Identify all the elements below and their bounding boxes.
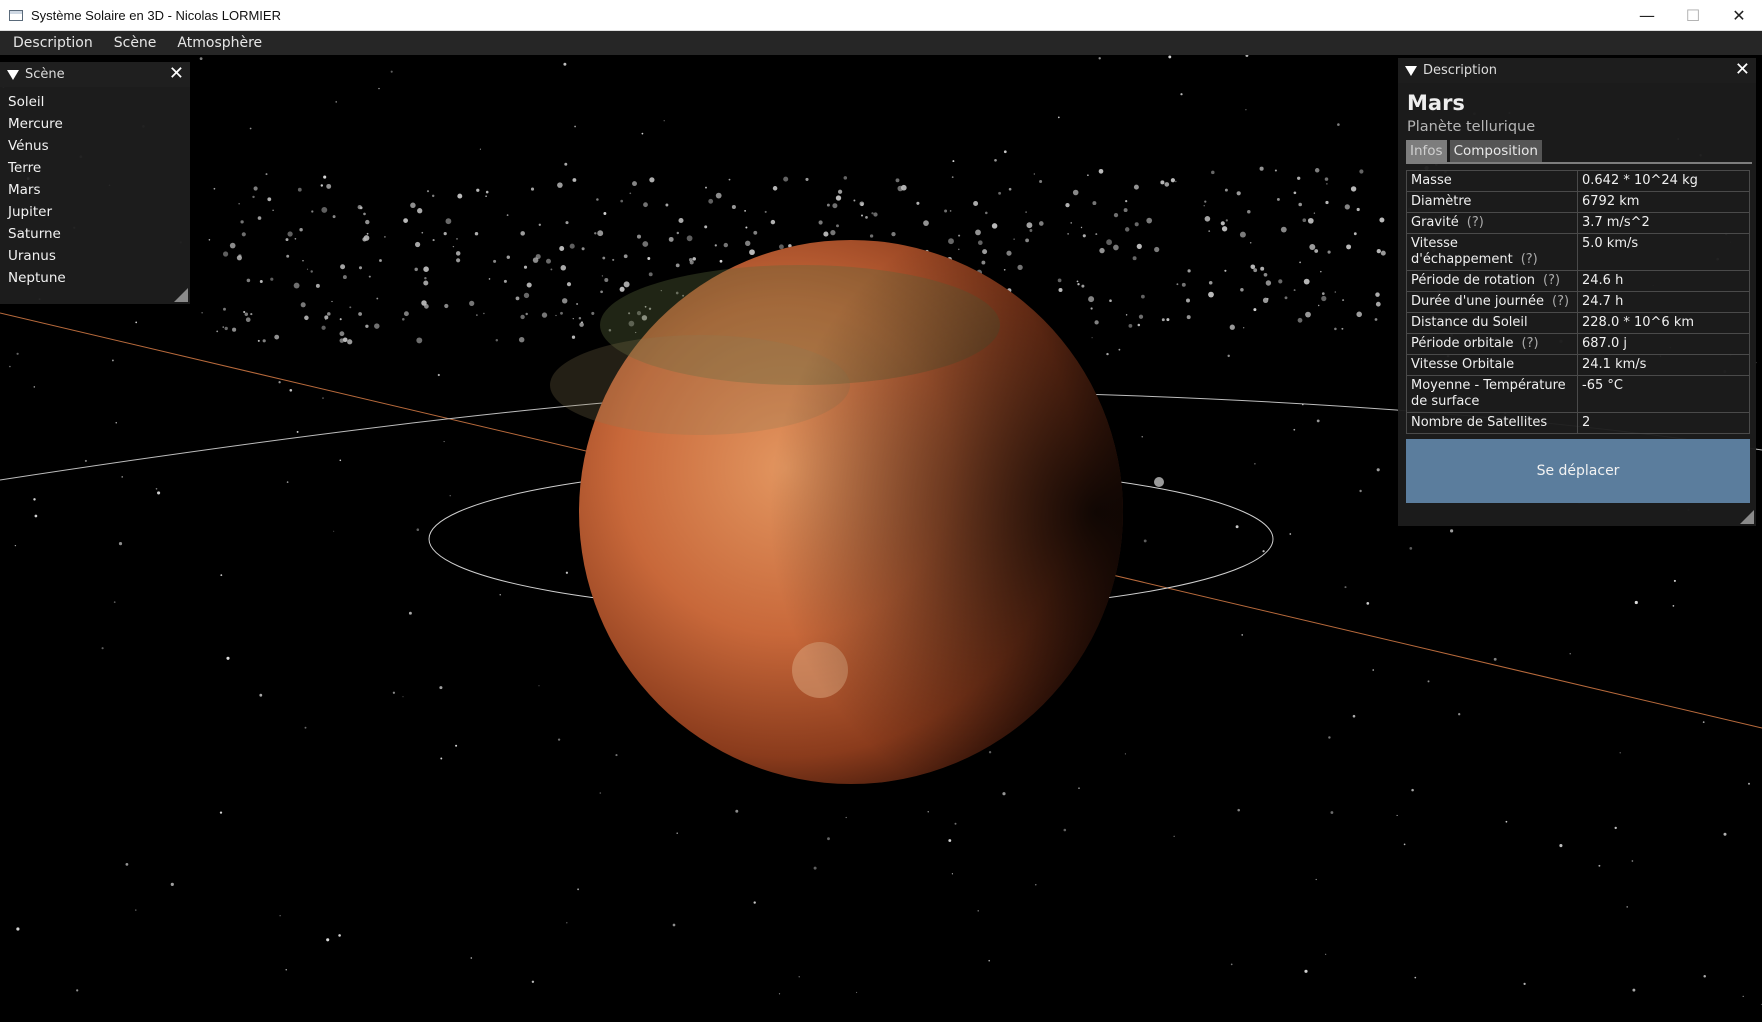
row-value: 3.7 m/s^2 [1577,212,1750,234]
row-value: 228.0 * 10^6 km [1577,312,1750,334]
table-row: Gravité (?) 3.7 m/s^2 [1406,212,1750,234]
resize-grip-icon[interactable] [174,288,188,302]
collapse-arrow-icon[interactable] [7,69,19,80]
description-panel-header[interactable]: Description ✕ [1398,58,1756,83]
close-window-button[interactable]: ✕ [1716,0,1762,31]
table-row: Moyenne - Température de surface -65 °C [1406,375,1750,413]
move-to-planet-button[interactable]: Se déplacer [1406,439,1750,503]
description-panel: Description ✕ Mars Planète tellurique In… [1398,58,1756,526]
resize-grip-icon[interactable] [1740,510,1754,524]
row-value: 24.7 h [1577,291,1750,313]
menu-atmosphere[interactable]: Atmosphère [169,35,270,51]
row-value: 5.0 km/s [1577,233,1750,271]
table-row: Durée d'une journée (?) 24.7 h [1406,291,1750,313]
table-row: Période orbitale (?) 687.0 j [1406,333,1750,355]
info-table: Masse 0.642 * 10^24 kg Diamètre 6792 km Gr… [1406,170,1750,434]
collapse-arrow-icon[interactable] [1405,65,1417,76]
table-row: Masse 0.642 * 10^24 kg [1406,170,1750,192]
menu-bar: Description Scène Atmosphère [0,31,1762,55]
app-icon [9,9,23,21]
phobos-moon [1154,477,1164,487]
row-label: Période de rotation [1411,273,1536,288]
help-tooltip[interactable]: (?) [1552,294,1569,309]
minimize-button[interactable]: — [1624,0,1670,31]
maximize-button[interactable]: ☐ [1670,0,1716,31]
table-row: Nombre de Satellites 2 [1406,412,1750,434]
row-value: 2 [1577,412,1750,434]
tab-bar: Infos Composition [1406,140,1756,162]
row-value: 687.0 j [1577,333,1750,355]
table-row: Vitesse d'échappement (?) 5.0 km/s [1406,233,1750,271]
description-panel-title: Description [1423,63,1498,78]
row-label: Vitesse d'échappement [1411,236,1513,267]
row-label: Durée d'une journée [1411,294,1545,309]
close-icon[interactable]: ✕ [1735,61,1750,79]
close-icon[interactable]: ✕ [169,65,184,83]
row-value: 6792 km [1577,191,1750,213]
planet-name: Mars [1407,91,1465,115]
row-value: 0.642 * 10^24 kg [1577,170,1750,192]
scene-item-mars[interactable]: Mars [8,179,190,201]
row-label: Moyenne - Température de surface [1411,378,1566,409]
scene-item-neptune[interactable]: Neptune [8,267,190,289]
table-row: Vitesse Orbitale 24.1 km/s [1406,354,1750,376]
scene-item-mercure[interactable]: Mercure [8,113,190,135]
row-value: 24.1 km/s [1577,354,1750,376]
row-label: Période orbitale [1411,336,1514,351]
scene-panel-header[interactable]: Scène ✕ [0,62,190,87]
scene-item-soleil[interactable]: Soleil [8,91,190,113]
mars-planet [550,240,1123,784]
menu-description[interactable]: Description [5,35,101,51]
row-label: Masse [1411,173,1452,188]
scene-item-jupiter[interactable]: Jupiter [8,201,190,223]
row-value: -65 °C [1577,375,1750,413]
tab-composition[interactable]: Composition [1449,140,1542,162]
row-label: Diamètre [1411,194,1472,209]
row-label: Gravité [1411,215,1459,230]
scene-item-uranus[interactable]: Uranus [8,245,190,267]
scene-panel-title: Scène [25,67,65,82]
scene-item-venus[interactable]: Vénus [8,135,190,157]
planet-list: Soleil Mercure Vénus Terre Mars Jupiter … [0,87,190,289]
row-label: Vitesse Orbitale [1411,357,1515,372]
window-controls: — ☐ ✕ [1624,0,1762,31]
tab-infos[interactable]: Infos [1406,140,1447,162]
help-tooltip[interactable]: (?) [1522,336,1539,351]
help-tooltip[interactable]: (?) [1543,273,1560,288]
table-row: Période de rotation (?) 24.6 h [1406,270,1750,292]
planet-type: Planète tellurique [1407,119,1536,135]
scene-item-saturne[interactable]: Saturne [8,223,190,245]
scene-panel: Scène ✕ Soleil Mercure Vénus Terre Mars … [0,62,190,304]
row-value: 24.6 h [1577,270,1750,292]
help-tooltip[interactable]: (?) [1521,252,1538,267]
window-titlebar: Système Solaire en 3D - Nicolas LORMIER … [0,0,1762,31]
window-title: Système Solaire en 3D - Nicolas LORMIER [31,7,281,23]
row-label: Distance du Soleil [1411,315,1528,330]
menu-scene[interactable]: Scène [106,35,165,51]
row-label: Nombre de Satellites [1411,415,1548,430]
table-row: Distance du Soleil 228.0 * 10^6 km [1406,312,1750,334]
scene-item-terre[interactable]: Terre [8,157,190,179]
tab-underline [1406,162,1752,164]
help-tooltip[interactable]: (?) [1467,215,1484,230]
table-row: Diamètre 6792 km [1406,191,1750,213]
